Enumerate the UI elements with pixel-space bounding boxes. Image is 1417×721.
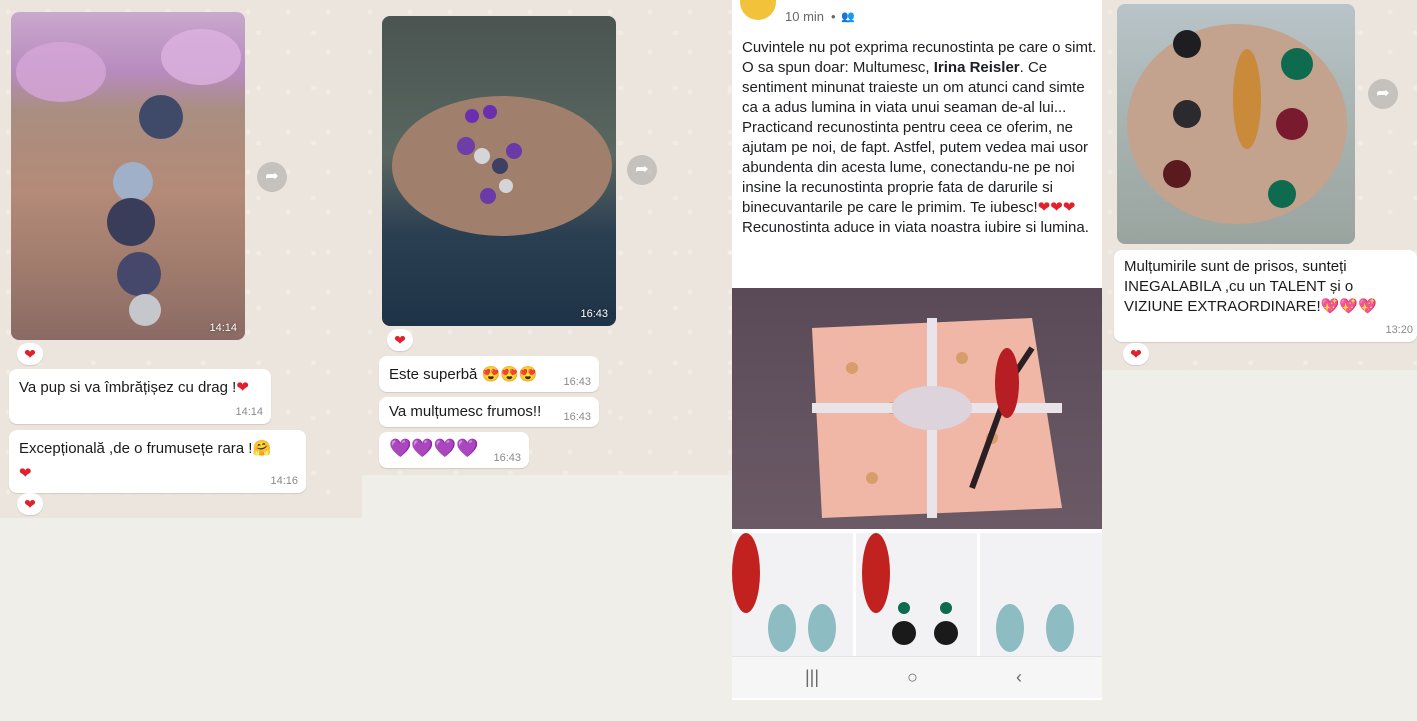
bracelet-illustration	[1127, 24, 1347, 224]
earring-photo-2[interactable]	[856, 533, 977, 656]
post-body: Cuvintele nu pot exprima recunostinta pe…	[742, 38, 1097, 238]
facebook-post-panel: 10 min • 👥 Cuvintele nu pot exprima recu…	[732, 0, 1102, 700]
earring-illustration	[732, 533, 836, 652]
message-bubble: Excepțională ,de o frumusețe rara !🤗 ❤ 1…	[9, 430, 306, 493]
bracelet-photo-3[interactable]	[1117, 4, 1355, 244]
message-text: Va mulțumesc frumos!!	[389, 403, 542, 420]
reaction-heart-icon[interactable]: ❤	[387, 329, 413, 351]
message-text: Excepțională ,de o frumusețe rara !	[19, 440, 253, 457]
photo-timestamp: 16:43	[580, 308, 608, 320]
message-text: Mulțumirile sunt de prisos, sunteți INEG…	[1124, 258, 1354, 315]
friends-icon: 👥	[841, 11, 855, 23]
recent-apps-button[interactable]: |||	[805, 667, 819, 688]
message-timestamp: 16:43	[563, 376, 591, 388]
message-timestamp: 14:16	[270, 475, 298, 487]
reaction-heart-icon[interactable]: ❤	[17, 343, 43, 365]
earring-illustration	[862, 533, 958, 645]
message-bubble: Va pup si va îmbrățișez cu drag !❤ 14:14	[9, 369, 271, 424]
message-bubble: 💜💜💜💜 16:43	[379, 432, 529, 468]
photo-timestamp: 14:14	[209, 322, 237, 334]
post-text-line2: Recunostinta aduce in viata noastra iubi…	[742, 219, 1089, 236]
earring-illustration	[996, 604, 1074, 652]
earring-photo-1[interactable]	[732, 533, 853, 656]
android-nav-bar: ||| ○ ‹	[732, 656, 1102, 698]
message-bubble: Este superbă 😍😍😍 16:43	[379, 356, 599, 392]
forward-icon[interactable]: ➦	[257, 162, 287, 192]
heart-emoji-icon: ❤	[19, 465, 32, 482]
bracelet-illustration	[392, 96, 612, 236]
sparkling-heart-emoji-icon: 💖💖💖	[1320, 298, 1377, 315]
reaction-heart-icon[interactable]: ❤	[17, 493, 43, 515]
heart-emoji-icon: ❤❤❤	[1037, 199, 1076, 216]
message-timestamp: 16:43	[563, 411, 591, 423]
post-text: . Ce sentiment minunat traieste un om at…	[742, 59, 1089, 216]
heart-emoji-icon: ❤	[236, 379, 249, 396]
message-bubble: Va mulțumesc frumos!! 16:43	[379, 397, 599, 427]
tagged-name[interactable]: Irina Reisler	[934, 59, 1020, 76]
post-header: 10 min • 👥	[740, 0, 1040, 28]
message-text: Va pup si va îmbrățișez cu drag !	[19, 379, 237, 396]
hug-emoji-icon: 🤗	[252, 440, 272, 457]
bracelet-illustration	[16, 29, 241, 326]
heart-eyes-emoji-icon: 😍😍😍	[481, 366, 538, 383]
message-timestamp: 14:14	[235, 406, 263, 418]
post-time: 10 min	[785, 9, 825, 24]
message-timestamp: 16:43	[493, 452, 521, 464]
back-button[interactable]: ‹	[1016, 667, 1022, 688]
bracelet-photo-1[interactable]: 14:14	[11, 12, 245, 340]
avatar[interactable]	[740, 0, 776, 20]
message-text: Este superbă	[389, 366, 478, 383]
reaction-heart-icon[interactable]: ❤	[1123, 343, 1149, 365]
forward-icon[interactable]: ➦	[1368, 79, 1398, 109]
purple-heart-emoji-icon: 💜💜💜💜	[389, 438, 479, 458]
message-timestamp: 13:20	[1385, 324, 1413, 336]
gift-photo[interactable]	[732, 288, 1102, 529]
home-button[interactable]: ○	[907, 667, 918, 688]
message-bubble: Mulțumirile sunt de prisos, sunteți INEG…	[1114, 250, 1417, 342]
earring-photo-3[interactable]	[980, 533, 1102, 656]
separator: •	[831, 9, 836, 24]
bracelet-photo-2[interactable]: 16:43	[382, 16, 616, 326]
gift-illustration	[812, 318, 1062, 518]
forward-icon[interactable]: ➦	[627, 155, 657, 185]
